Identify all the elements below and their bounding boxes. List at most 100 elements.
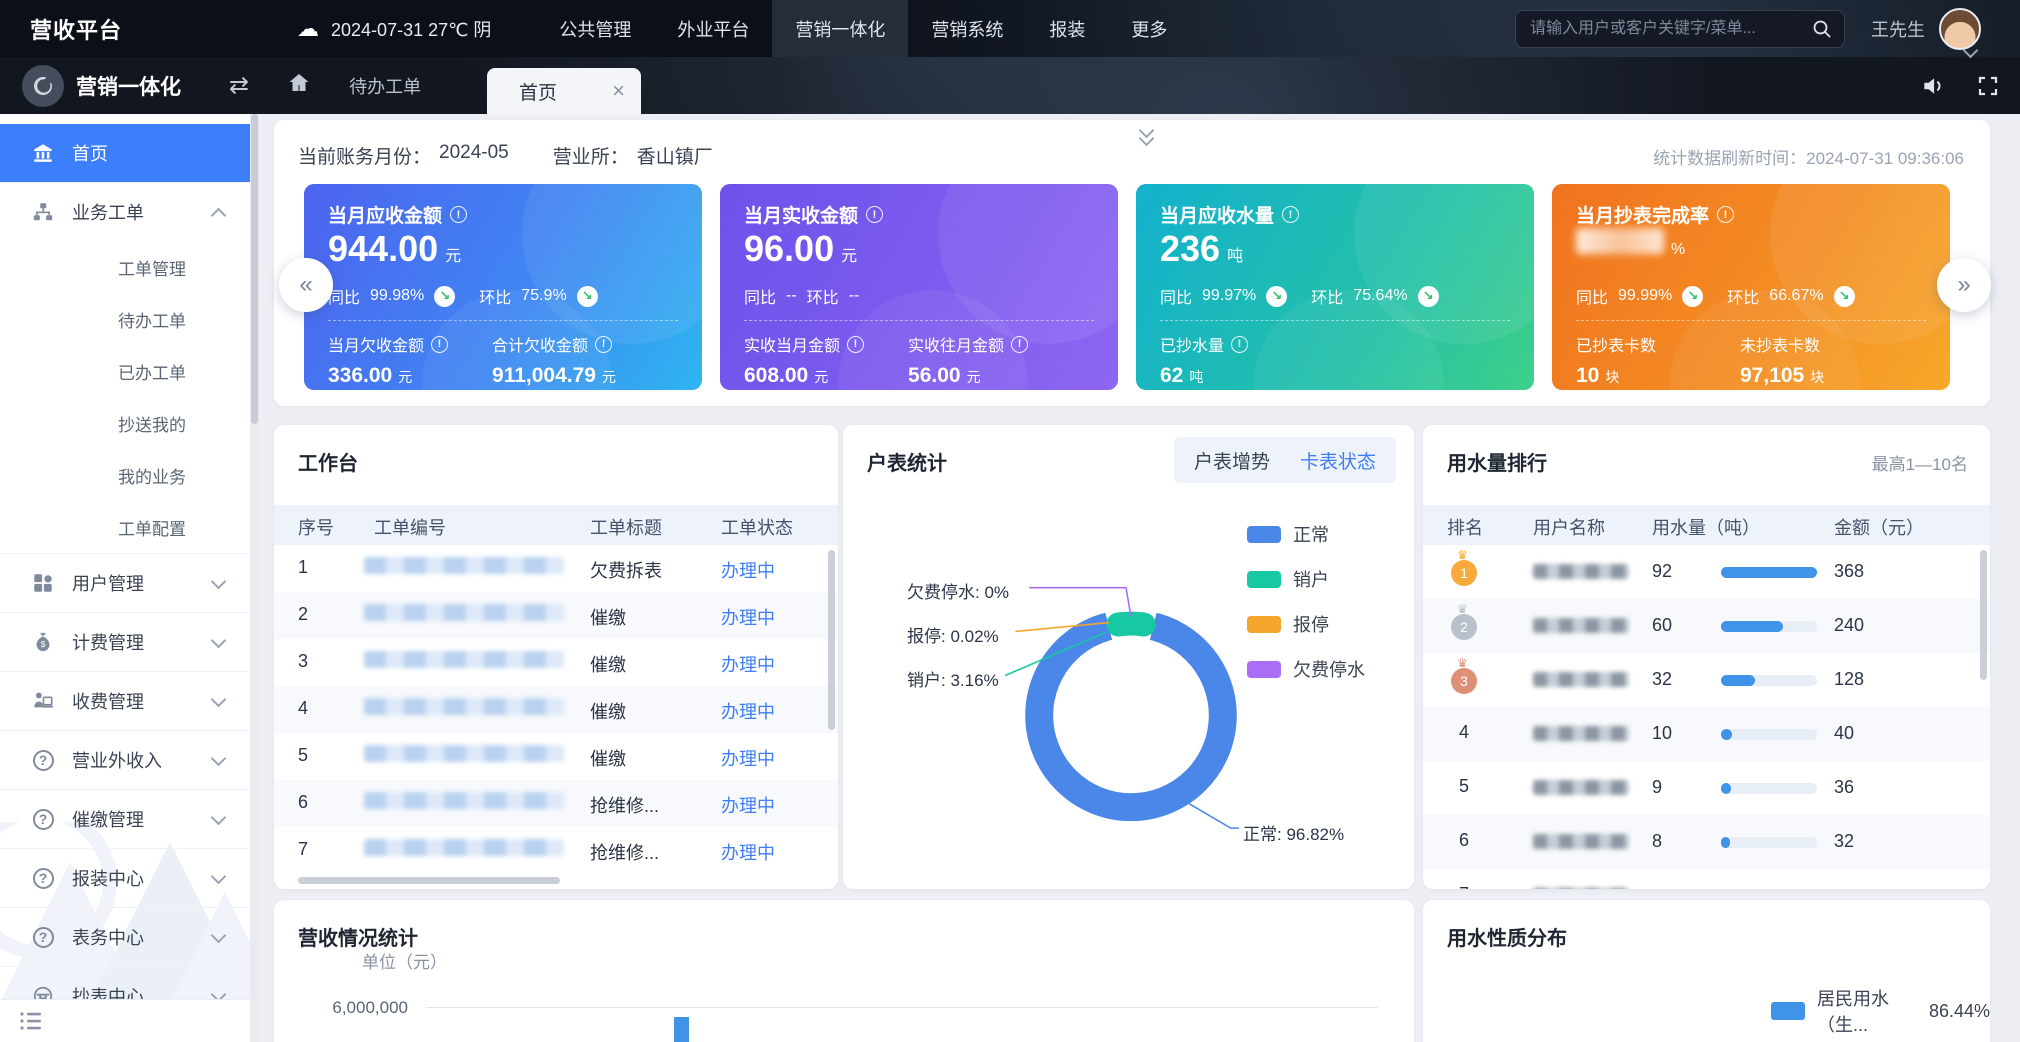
- workorder-status-link[interactable]: 办理中: [721, 839, 775, 865]
- sidebar-item-报装中心[interactable]: ? 报装中心: [0, 848, 250, 907]
- global-search[interactable]: [1515, 10, 1845, 48]
- sidebar-item-催缴管理[interactable]: ? 催缴管理: [0, 789, 250, 848]
- top-menu-item-外业平台[interactable]: 外业平台: [654, 0, 772, 57]
- sidebar-item-用户管理[interactable]: 用户管理: [0, 553, 250, 612]
- workorder-row[interactable]: 1 欠费拆表 办理中: [274, 545, 838, 592]
- top-menu-item-公共管理[interactable]: 公共管理: [536, 0, 654, 57]
- ranking-row[interactable]: 6 8 32: [1423, 815, 1990, 869]
- sidebar-subitem-我的业务[interactable]: 我的业务: [0, 449, 250, 501]
- revenue-bar[interactable]: [674, 1017, 689, 1042]
- top-menu-item-营销系统[interactable]: 营销系统: [908, 0, 1026, 57]
- info-icon[interactable]: !: [1717, 206, 1734, 223]
- switch-app-icon[interactable]: ⇄: [229, 71, 249, 100]
- usage-value: 32: [1652, 669, 1672, 690]
- workbench-hscrollbar[interactable]: [298, 877, 560, 884]
- workorder-row[interactable]: 5 催缴 办理中: [274, 733, 838, 780]
- workorder-row[interactable]: 3 催缴 办理中: [274, 639, 838, 686]
- search-input[interactable]: [1528, 19, 1812, 39]
- card-divider: [1160, 320, 1510, 321]
- workorder-title: 催缴: [590, 698, 626, 724]
- workorder-status-link[interactable]: 办理中: [721, 698, 775, 724]
- sidebar-item-业务工单[interactable]: 业务工单: [0, 182, 250, 241]
- sidebar-item-计费管理[interactable]: $ 计费管理: [0, 612, 250, 671]
- info-icon[interactable]: !: [1282, 206, 1299, 223]
- sidebar-item-表务中心[interactable]: ? 表务中心: [0, 907, 250, 966]
- sidebar-subitem-工单配置[interactable]: 工单配置: [0, 501, 250, 553]
- page-scrollbar[interactable]: [250, 114, 259, 1042]
- sidebar-subitem-待办工单[interactable]: 待办工单: [0, 293, 250, 345]
- tab-home[interactable]: 首页 ×: [487, 68, 641, 114]
- workorder-row[interactable]: 2 催缴 办理中: [274, 592, 838, 639]
- workorder-row[interactable]: 6 抢维修... 办理中: [274, 780, 838, 827]
- sidebar-item-首页[interactable]: 首页: [0, 124, 250, 182]
- question-icon: ?: [33, 927, 54, 948]
- info-icon[interactable]: !: [1231, 336, 1248, 353]
- top-menu-item-更多[interactable]: 更多: [1108, 0, 1190, 57]
- legend-item-正常[interactable]: 正常: [1247, 521, 1365, 547]
- info-icon[interactable]: !: [431, 336, 448, 353]
- collapse-panel-icon[interactable]: [1134, 128, 1158, 150]
- workorder-status-link[interactable]: 办理中: [721, 557, 775, 583]
- ranking-vscrollbar[interactable]: [1980, 550, 1987, 680]
- sidebar-item-收费管理[interactable]: 收费管理: [0, 671, 250, 730]
- workbench-vscrollbar[interactable]: [828, 550, 835, 730]
- info-icon[interactable]: !: [847, 336, 864, 353]
- speaker-icon[interactable]: [1920, 73, 1946, 99]
- chevron-down-icon: [211, 751, 227, 767]
- kpi-card-value: %: [1576, 228, 1685, 259]
- workorder-no: 6: [298, 792, 308, 813]
- workorder-number-redacted: [364, 651, 564, 668]
- sidebar-subitem-已办工单[interactable]: 已办工单: [0, 345, 250, 397]
- workorder-row[interactable]: 7 抢维修... 办理中: [274, 827, 838, 874]
- kpi-card-trends: 同比-- ↘ 环比-- ↘: [744, 284, 859, 308]
- ranking-row[interactable]: 1 92 368: [1423, 545, 1990, 599]
- question-icon: ?: [32, 867, 54, 889]
- sidebar-item-营业外收入[interactable]: ? 营业外收入: [0, 730, 250, 789]
- info-icon[interactable]: !: [866, 206, 883, 223]
- donut-segment-closed[interactable]: [1118, 624, 1144, 625]
- ranking-row[interactable]: 2 60 240: [1423, 599, 1990, 653]
- top-menu-item-营销一体化[interactable]: 营销一体化: [772, 0, 908, 57]
- collapse-menu-icon[interactable]: [20, 1011, 42, 1031]
- ranking-row[interactable]: 7: [1423, 869, 1990, 889]
- legend-item-欠费停水[interactable]: 欠费停水: [1247, 656, 1365, 682]
- col-number: 工单编号: [374, 514, 446, 540]
- page-scrollbar-thumb[interactable]: [251, 114, 258, 424]
- legend-value: 86.44%: [1929, 1001, 1990, 1022]
- fullscreen-icon[interactable]: [1976, 74, 2000, 98]
- card-divider: [744, 320, 1094, 321]
- legend-label: 居民用水（生...: [1817, 985, 1917, 1037]
- legend-item-报停[interactable]: 报停: [1247, 611, 1365, 637]
- kpi-card-title: 当月抄表完成率 !: [1576, 201, 1734, 228]
- question-icon: ?: [33, 750, 54, 771]
- top-menu-item-报装[interactable]: 报装: [1026, 0, 1108, 57]
- sidebar-subitem-工单管理[interactable]: 工单管理: [0, 241, 250, 293]
- info-icon[interactable]: !: [450, 206, 467, 223]
- workorder-status-link[interactable]: 办理中: [721, 745, 775, 771]
- trend-down-icon: ↘: [577, 286, 598, 307]
- subnav-tools: [1920, 73, 2000, 99]
- legend-swatch: [1247, 571, 1281, 588]
- home-icon[interactable]: [287, 71, 311, 100]
- user-name-redacted: [1533, 834, 1629, 849]
- sidebar-subitem-抄送我的[interactable]: 抄送我的: [0, 397, 250, 449]
- search-icon[interactable]: [1812, 19, 1832, 39]
- avatar[interactable]: [1939, 8, 1981, 50]
- todo-orders-link[interactable]: 待办工单: [349, 73, 421, 99]
- ranking-row[interactable]: 5 9 36: [1423, 761, 1990, 815]
- tab-close-icon[interactable]: ×: [612, 78, 625, 104]
- legend-item-销户[interactable]: 销户: [1247, 566, 1365, 592]
- donut-segment-normal[interactable]: [1039, 624, 1223, 808]
- ranking-row[interactable]: 3 32 128: [1423, 653, 1990, 707]
- workorder-row[interactable]: 4 催缴 办理中: [274, 686, 838, 733]
- workorder-status-link[interactable]: 办理中: [721, 792, 775, 818]
- info-icon[interactable]: !: [1011, 336, 1028, 353]
- carousel-prev-button[interactable]: «: [279, 258, 333, 312]
- ranking-row[interactable]: 4 10 40: [1423, 707, 1990, 761]
- workorder-status-link[interactable]: 办理中: [721, 651, 775, 677]
- chevron-down-icon: [211, 810, 227, 826]
- info-icon[interactable]: !: [595, 336, 612, 353]
- workorder-status-link[interactable]: 办理中: [721, 604, 775, 630]
- carousel-next-button[interactable]: »: [1937, 258, 1991, 312]
- usage-nature-legend[interactable]: 居民用水（生... 86.44%: [1771, 985, 1990, 1037]
